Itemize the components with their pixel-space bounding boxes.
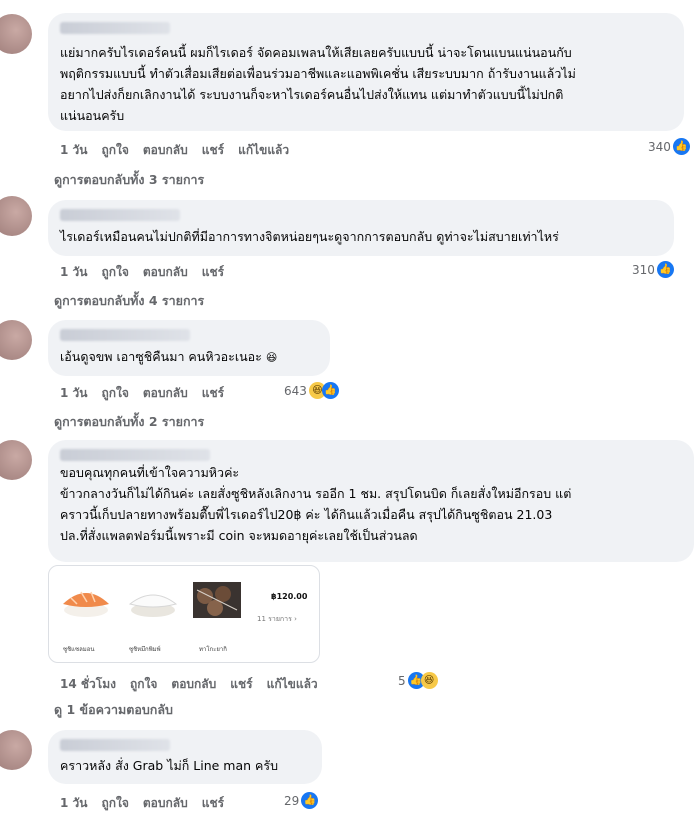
view-replies-link[interactable]: ดู 1 ข้อความตอบกลับ [54, 700, 173, 720]
share-button[interactable]: แชร์ [230, 675, 252, 694]
comment-time[interactable]: 1 วัน [60, 263, 87, 282]
reply-button[interactable]: ตอบกลับ [143, 384, 188, 403]
squid-sushi-image [128, 594, 178, 617]
view-replies-link[interactable]: ดูการตอบกลับทั้ง 4 รายการ [54, 291, 204, 311]
order-screenshot-attachment[interactable]: ซูชิแซลมอน ซูชิหมึกพิมพ์ ทาโกะยากิ ฿120.… [48, 565, 320, 663]
edited-label: แก้ไขแล้ว [266, 677, 318, 691]
comment-text: แย่มากครับไรเดอร์คนนี้ ผมก็ไรเดอร์ จัดคอ… [60, 45, 576, 123]
share-button[interactable]: แชร์ [202, 263, 224, 282]
comment-time[interactable]: 1 วัน [60, 794, 87, 813]
comment-actions: 1 วัน ถูกใจ ตอบกลับ แชร์ [60, 263, 238, 282]
like-icon: 👍 [656, 261, 674, 278]
comment-time[interactable]: 14 ชั่วโมง [60, 675, 116, 694]
view-replies-link[interactable]: ดูการตอบกลับทั้ง 2 รายการ [54, 412, 204, 432]
comment-actions: 1 วัน ถูกใจ ตอบกลับ แชร์ แก้ไขแล้ว [60, 141, 303, 160]
comment-text: คราวหลัง สั่ง Grab ไม่ก็ Line man ครับ [60, 758, 279, 773]
reaction-count[interactable]: 29 👍 [284, 792, 319, 809]
comment-text: เอ้นดูจขพ เอาซูชิคืนมา คนหิวอะเนอะ 😆 [60, 349, 278, 364]
comment-time[interactable]: 1 วัน [60, 141, 87, 160]
commenter-name-blurred[interactable] [60, 329, 190, 341]
avatar[interactable] [0, 730, 32, 770]
comment-bubble: ขอบคุณทุกคนที่เข้าใจความหิวค่ะ ข้าวกลางว… [48, 440, 694, 562]
reaction-count[interactable]: 340 👍 [648, 138, 690, 155]
item-label: ซูชิหมึกพิมพ์ [129, 646, 161, 653]
comment-actions: 1 วัน ถูกใจ ตอบกลับ แชร์ [60, 384, 238, 403]
comment-bubble: เอ้นดูจขพ เอาซูชิคืนมา คนหิวอะเนอะ 😆 [48, 320, 330, 376]
item-label: ทาโกะยากิ [199, 646, 227, 653]
view-replies-link[interactable]: ดูการตอบกลับทั้ง 3 รายการ [54, 170, 204, 190]
share-button[interactable]: แชร์ [202, 384, 224, 403]
avatar[interactable] [0, 440, 32, 480]
reply-button[interactable]: ตอบกลับ [143, 263, 188, 282]
comment-time[interactable]: 1 วัน [60, 384, 87, 403]
reaction-count[interactable]: 643 😆 👍 [284, 382, 339, 399]
like-button[interactable]: ถูกใจ [101, 141, 128, 160]
like-icon: 👍 [321, 382, 339, 399]
comment-bubble: แย่มากครับไรเดอร์คนนี้ ผมก็ไรเดอร์ จัดคอ… [48, 13, 684, 131]
takoyaki-image [193, 582, 241, 618]
reply-button[interactable]: ตอบกลับ [171, 675, 216, 694]
salmon-sushi-image [63, 591, 109, 617]
commenter-name-blurred[interactable] [60, 209, 180, 221]
avatar[interactable] [0, 196, 32, 236]
item-label: ซูชิแซลมอน [63, 646, 95, 653]
like-button[interactable]: ถูกใจ [101, 263, 128, 282]
order-items-count: 11 รายการ › [257, 615, 297, 623]
laugh-emoji-icon: 😆 [265, 351, 278, 364]
commenter-name-blurred[interactable] [60, 739, 170, 751]
reaction-count[interactable]: 5 👍 😆 [398, 672, 438, 689]
comment-text: ไรเดอร์เหมือนคนไม่ปกติที่มีอาการทางจิตหน… [60, 229, 559, 244]
reaction-count[interactable]: 310 👍 [632, 261, 674, 278]
order-price: ฿120.00 [271, 592, 308, 601]
comment-actions: 1 วัน ถูกใจ ตอบกลับ แชร์ [60, 794, 238, 813]
commenter-name-blurred[interactable] [60, 449, 210, 461]
like-button[interactable]: ถูกใจ [101, 384, 128, 403]
comment-actions: 14 ชั่วโมง ถูกใจ ตอบกลับ แชร์ แก้ไขแล้ว [60, 675, 332, 694]
comment-bubble: คราวหลัง สั่ง Grab ไม่ก็ Line man ครับ [48, 730, 322, 784]
share-button[interactable]: แชร์ [202, 141, 224, 160]
like-button[interactable]: ถูกใจ [101, 794, 128, 813]
like-icon: 👍 [672, 138, 690, 155]
haha-reaction-icon: 😆 [420, 672, 438, 689]
comment-bubble: ไรเดอร์เหมือนคนไม่ปกติที่มีอาการทางจิตหน… [48, 200, 674, 256]
reply-button[interactable]: ตอบกลับ [143, 794, 188, 813]
avatar[interactable] [0, 320, 32, 360]
reply-button[interactable]: ตอบกลับ [143, 141, 188, 160]
avatar[interactable] [0, 14, 32, 54]
commenter-name-blurred[interactable] [60, 22, 170, 34]
like-button[interactable]: ถูกใจ [130, 675, 157, 694]
share-button[interactable]: แชร์ [202, 794, 224, 813]
like-icon: 👍 [301, 792, 319, 809]
comment-text: ขอบคุณทุกคนที่เข้าใจความหิวค่ะ ข้าวกลางว… [60, 465, 572, 543]
edited-label: แก้ไขแล้ว [238, 143, 290, 157]
